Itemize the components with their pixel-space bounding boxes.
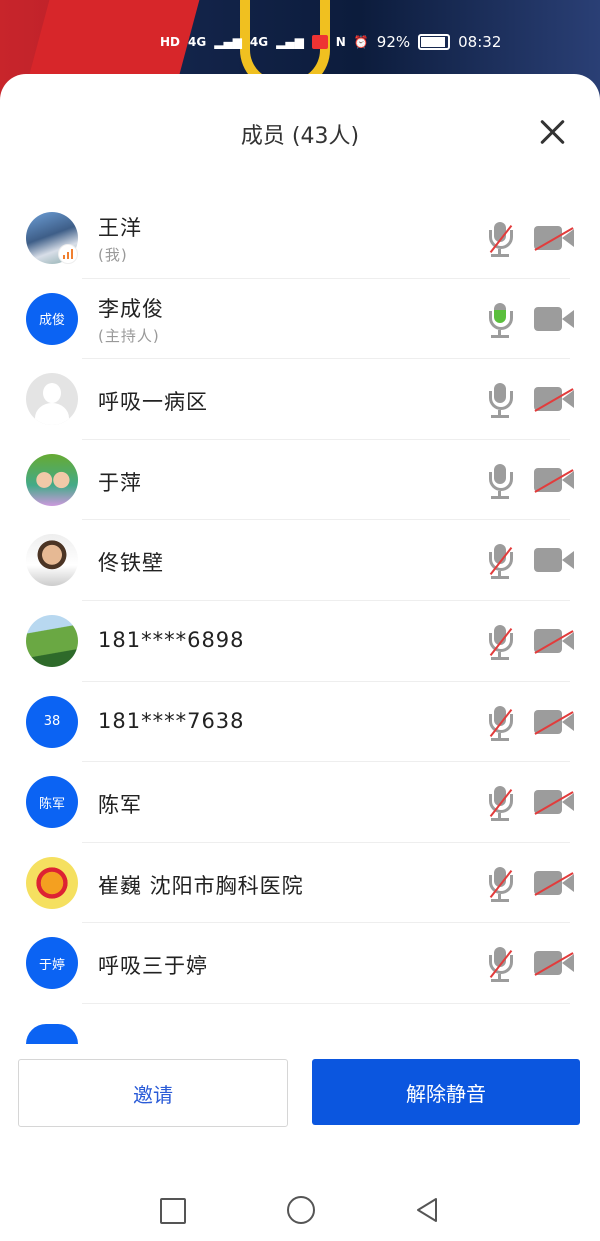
camera-off-icon[interactable] xyxy=(534,467,576,494)
camera-off-icon[interactable] xyxy=(534,628,576,655)
sheet-header: 成员 (43人) xyxy=(0,74,600,192)
recents-icon[interactable] xyxy=(160,1198,186,1224)
member-list[interactable]: 王洋 (我) 成俊 李成俊 (主持人) 呼吸一病区 于萍 佟铁壁 181****… xyxy=(0,198,600,1034)
avatar: 成俊 xyxy=(26,292,78,345)
member-name: 陈军 xyxy=(98,793,142,818)
member-name: 181****6898 xyxy=(98,627,245,652)
unmute-all-button[interactable]: 解除静音 xyxy=(312,1059,580,1125)
member-row[interactable]: 崔巍 沈阳市胸科医院 xyxy=(0,843,600,924)
camera-off-icon[interactable] xyxy=(534,387,576,413)
member-row[interactable]: 38 181****7638 xyxy=(0,682,600,763)
network-4g: 4G xyxy=(188,35,207,49)
member-role: (主持人) xyxy=(98,326,160,345)
members-sheet: 成员 (43人) 王洋 (我) 成俊 李成俊 (主持人) 呼吸一病区 于萍 佟铁… xyxy=(0,74,600,1241)
member-name: 佟铁壁 xyxy=(98,551,164,576)
nfc-icon: N xyxy=(335,35,346,49)
alarm-icon: ⏰ xyxy=(353,35,369,49)
avatar xyxy=(26,856,78,909)
home-icon[interactable] xyxy=(287,1196,315,1224)
system-nav-bar xyxy=(0,1184,600,1240)
camera-on-icon[interactable] xyxy=(534,306,576,333)
mic-icon[interactable] xyxy=(486,383,514,419)
mic-muted-icon[interactable] xyxy=(486,624,514,661)
member-name: 181****7638 xyxy=(98,708,245,733)
default-avatar-icon xyxy=(26,373,78,426)
camera-off-icon[interactable] xyxy=(534,790,576,816)
battery-percent: 92% xyxy=(376,33,411,51)
mic-muted-icon[interactable] xyxy=(486,947,514,983)
camera-on-icon[interactable] xyxy=(534,548,576,574)
action-bar: 邀请 解除静音 xyxy=(0,1059,600,1139)
back-icon[interactable] xyxy=(414,1196,440,1224)
hd-icon: HD xyxy=(160,35,181,49)
member-row[interactable]: 成俊 李成俊 (主持人) xyxy=(0,279,600,360)
audio-level-icon xyxy=(58,244,78,264)
mic-muted-icon[interactable] xyxy=(486,866,514,903)
app-notification-icon xyxy=(311,35,328,49)
page-title: 成员 (43人) xyxy=(240,124,360,149)
camera-off-icon[interactable] xyxy=(534,870,576,897)
avatar xyxy=(26,453,78,506)
camera-off-icon[interactable] xyxy=(534,226,576,252)
member-row[interactable]: 呼吸一病区 xyxy=(0,359,600,440)
avatar xyxy=(26,534,78,587)
member-name: 呼吸三于婷 xyxy=(98,954,208,979)
network-4g-2: 4G xyxy=(249,35,269,49)
member-row[interactable]: 于萍 xyxy=(0,440,600,521)
invite-button[interactable]: 邀请 xyxy=(18,1059,288,1127)
member-row[interactable]: 佟铁壁 xyxy=(0,520,600,601)
avatar: 陈军 xyxy=(26,776,78,829)
member-role: (我) xyxy=(98,246,128,264)
mic-icon[interactable] xyxy=(486,463,514,500)
avatar xyxy=(26,373,78,426)
mic-muted-icon[interactable] xyxy=(486,705,514,742)
status-bar: HD 4G ▂▄▆ 4G ▂▄▆ N ⏰ 92% 08:32 xyxy=(160,30,580,54)
camera-off-icon[interactable] xyxy=(534,709,576,736)
camera-off-icon[interactable] xyxy=(534,951,576,977)
mic-muted-icon[interactable] xyxy=(486,222,514,258)
member-name: 崔巍 沈阳市胸科医院 xyxy=(98,873,304,898)
avatar: 38 xyxy=(26,695,78,748)
member-row[interactable]: 181****6898 xyxy=(0,601,600,682)
member-row[interactable]: 于婷 呼吸三于婷 xyxy=(0,923,600,1004)
mic-muted-icon[interactable] xyxy=(486,786,514,822)
member-row[interactable]: 陈军 陈军 xyxy=(0,762,600,843)
signal-icon: ▂▄▆ xyxy=(214,35,242,49)
clock: 08:32 xyxy=(458,33,502,51)
member-name: 李成俊 xyxy=(98,296,164,321)
avatar xyxy=(26,614,78,667)
member-name: 于萍 xyxy=(98,470,142,495)
battery-icon xyxy=(418,34,451,50)
mic-muted-icon[interactable] xyxy=(486,544,514,580)
close-icon[interactable] xyxy=(538,118,566,146)
member-name: 呼吸一病区 xyxy=(98,390,208,415)
member-name: 王洋 xyxy=(98,216,142,240)
member-row[interactable]: 王洋 (我) xyxy=(0,198,600,279)
avatar: 于婷 xyxy=(26,937,78,990)
signal-icon-2: ▂▄▆ xyxy=(276,35,304,49)
mic-active-icon[interactable] xyxy=(486,302,514,339)
